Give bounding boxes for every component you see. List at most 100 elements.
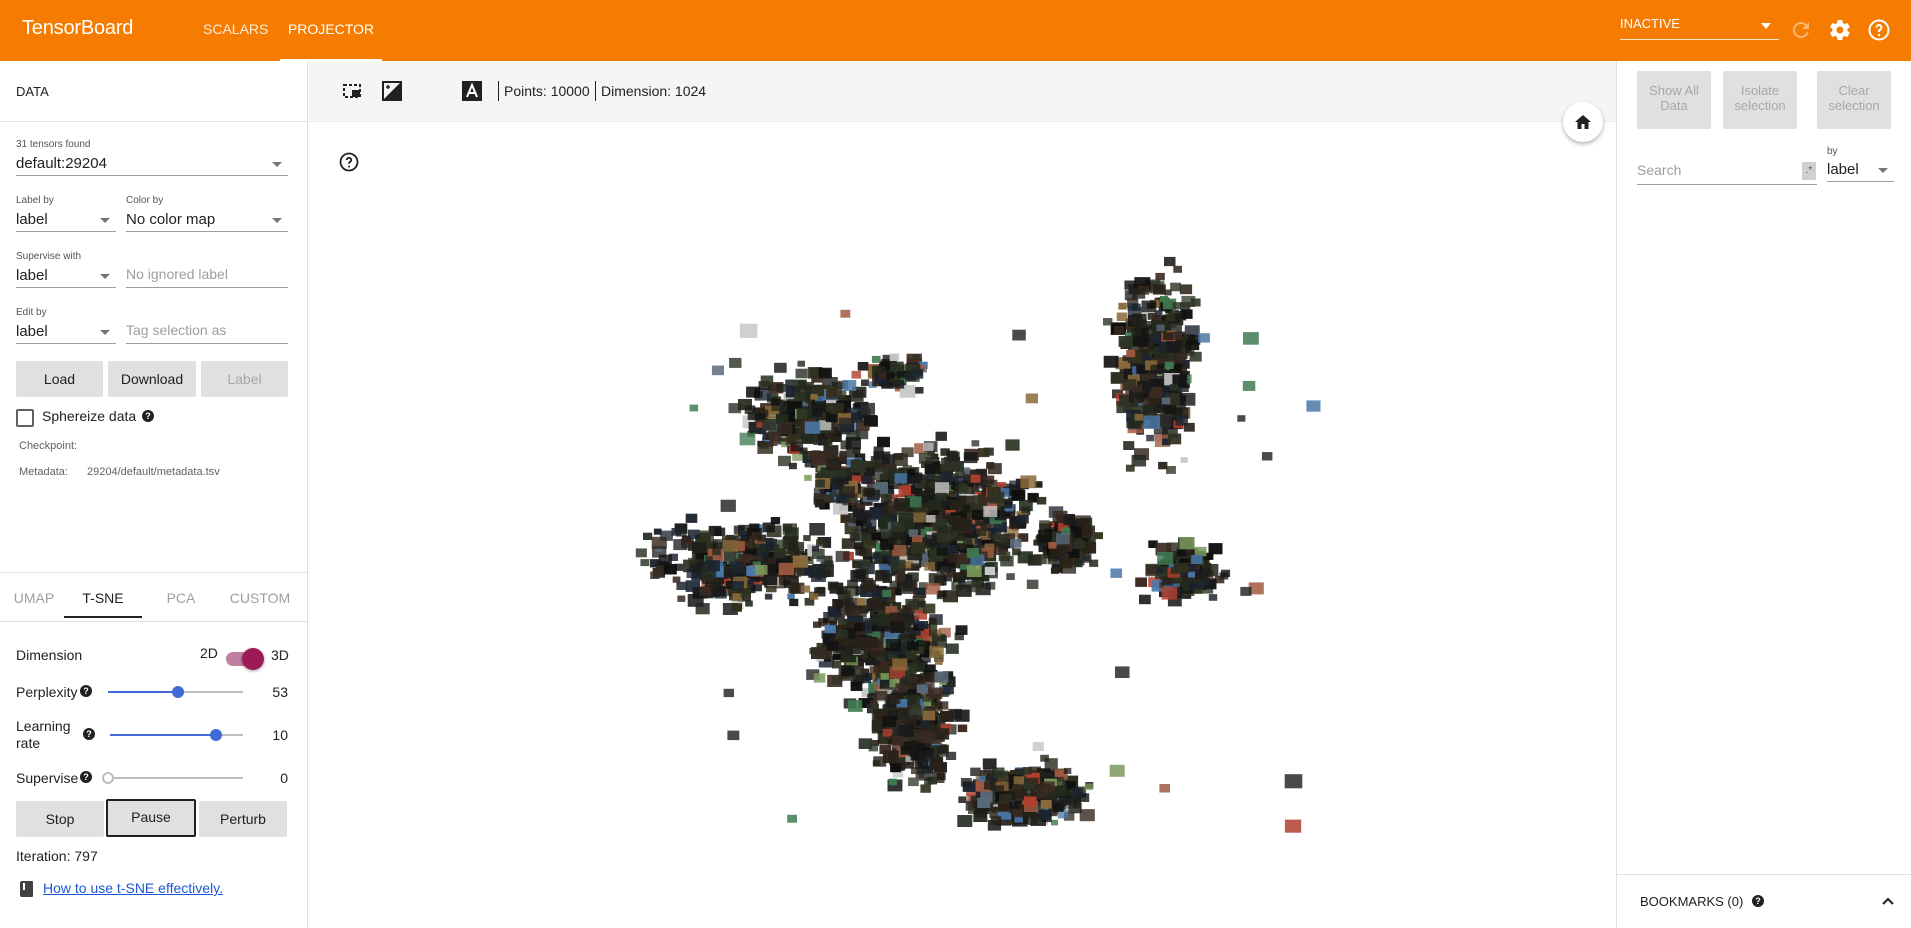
gear-icon[interactable] <box>1828 18 1852 42</box>
divider <box>0 572 308 573</box>
show-all-data-button[interactable]: Show All Data <box>1637 71 1711 129</box>
dimension-label: Dimension <box>16 647 83 663</box>
download-button[interactable]: Download <box>108 361 196 397</box>
book-icon <box>20 881 33 897</box>
sphereize-checkbox[interactable] <box>16 409 34 427</box>
supervise-with-select[interactable]: label <box>16 266 116 288</box>
color-by-value: No color map <box>126 211 216 228</box>
show-all-line1: Show All <box>1649 83 1699 98</box>
chevron-down-icon <box>272 162 282 167</box>
dimension-toggle-knob[interactable] <box>242 648 264 670</box>
data-section-title: DATA <box>16 84 49 99</box>
night-mode-icon[interactable] <box>382 81 402 101</box>
app-brand: TensorBoard <box>22 17 134 39</box>
learning-rate-label-line1: Learning <box>16 718 71 734</box>
dimension-count: Dimension: 1024 <box>601 83 707 99</box>
bookmarks-bar[interactable]: BOOKMARKS (0) ? <box>1617 874 1911 928</box>
chevron-up-icon[interactable] <box>1882 896 1894 906</box>
supervise-label: Supervise <box>16 770 79 786</box>
ignored-label-input[interactable]: No ignored label <box>126 266 288 288</box>
chevron-down-icon <box>1878 168 1888 173</box>
tag-selection-input[interactable]: Tag selection as <box>126 322 288 344</box>
help-icon[interactable]: ? <box>1752 895 1764 907</box>
reset-view-button[interactable] <box>1563 102 1603 142</box>
tab-custom[interactable]: CUSTOM <box>225 578 295 618</box>
isolate-selection-button[interactable]: Isolate selection <box>1723 71 1797 129</box>
pause-button[interactable]: Pause <box>106 799 196 837</box>
tsne-help-link[interactable]: How to use t-SNE effectively. <box>43 880 223 896</box>
chevron-down-icon <box>100 218 110 223</box>
toolbar-separator <box>595 81 596 101</box>
learning-rate-slider-knob[interactable] <box>210 729 223 741</box>
perturb-button[interactable]: Perturb <box>199 801 287 837</box>
tsne-scatter-plot[interactable] <box>309 122 1616 928</box>
chevron-down-icon <box>1761 23 1771 29</box>
edit-by-value: label <box>16 323 48 340</box>
chevron-down-icon <box>272 218 282 223</box>
dimension-3d-label: 3D <box>271 647 289 663</box>
supervise-slider-knob[interactable] <box>102 772 114 784</box>
perplexity-slider-fill <box>108 691 179 693</box>
color-by-label: Color by <box>126 195 164 206</box>
tensor-select-value: default:29204 <box>16 155 107 172</box>
divider <box>0 121 308 122</box>
text-labels-icon[interactable] <box>462 81 482 101</box>
clear-line2: selection <box>1828 98 1880 113</box>
moon-icon[interactable] <box>422 81 442 101</box>
supervise-slider-track[interactable] <box>108 777 243 779</box>
tab-scalars[interactable]: SCALARS <box>203 0 268 61</box>
help-icon[interactable] <box>1867 18 1891 42</box>
search-placeholder: Search <box>1637 162 1682 178</box>
checkpoint-label: Checkpoint: <box>19 440 78 452</box>
run-status-dropdown[interactable]: INACTIVE <box>1620 16 1779 40</box>
label-by-value: label <box>16 211 48 228</box>
bookmarks-label: BOOKMARKS (0) <box>1640 894 1744 909</box>
tab-projector[interactable]: PROJECTOR <box>280 0 382 61</box>
isolate-line1: Isolate <box>1740 83 1780 98</box>
search-by-label: by <box>1827 146 1838 157</box>
learning-rate-label: Learning rate <box>16 718 71 752</box>
sphereize-label: Sphereize data <box>42 408 137 424</box>
load-button[interactable]: Load <box>16 361 103 397</box>
perplexity-value: 53 <box>272 684 288 700</box>
help-icon[interactable]: ? <box>80 685 92 697</box>
tab-tsne[interactable]: T-SNE <box>64 578 142 618</box>
supervise-with-value: label <box>16 267 48 284</box>
metadata-label: Metadata: <box>19 466 68 478</box>
show-all-line2: Data <box>1660 98 1688 113</box>
inspector-panel: Show All Data Isolate selection Clear se… <box>1616 61 1911 928</box>
iteration-counter: Iteration: 797 <box>16 848 98 864</box>
clear-selection-button[interactable]: Clear selection <box>1817 71 1891 129</box>
search-by-value: label <box>1827 161 1859 178</box>
clear-line1: Clear <box>1838 83 1870 98</box>
tab-umap[interactable]: UMAP <box>0 578 68 618</box>
label-button[interactable]: Label <box>201 361 288 397</box>
help-icon[interactable]: ? <box>83 728 95 740</box>
toolbar-separator <box>498 81 499 101</box>
tab-pca[interactable]: PCA <box>150 578 212 618</box>
label-by-select[interactable]: label <box>16 210 116 232</box>
select-icon[interactable] <box>342 81 362 101</box>
help-icon[interactable]: ? <box>80 771 92 783</box>
help-icon[interactable] <box>339 152 359 172</box>
regex-toggle-button[interactable]: .* <box>1802 162 1816 180</box>
supervise-value: 0 <box>280 770 288 786</box>
projector-toolbar: Points: 10000 Dimension: 1024 <box>309 61 1616 122</box>
dimension-2d-label: 2D <box>200 645 218 661</box>
help-icon[interactable]: ? <box>142 410 154 422</box>
stop-button[interactable]: Stop <box>16 801 104 837</box>
label-by-label: Label by <box>16 195 54 206</box>
search-input[interactable]: Search <box>1637 159 1817 185</box>
run-status-value: INACTIVE <box>1620 16 1680 31</box>
perplexity-slider-knob[interactable] <box>172 686 185 698</box>
search-by-select[interactable]: label <box>1827 160 1894 182</box>
tensors-found-label: 31 tensors found <box>16 139 91 150</box>
top-app-bar: TensorBoard SCALARS PROJECTOR INACTIVE <box>0 0 1911 61</box>
data-panel: DATA 31 tensors found default:29204 Labe… <box>0 61 308 928</box>
metadata-path: 29204/default/metadata.tsv <box>87 466 220 478</box>
color-by-select[interactable]: No color map <box>126 210 288 232</box>
edit-by-select[interactable]: label <box>16 322 116 344</box>
tensor-select[interactable]: default:29204 <box>16 154 288 176</box>
refresh-icon[interactable] <box>1789 18 1813 42</box>
divider <box>0 621 308 622</box>
